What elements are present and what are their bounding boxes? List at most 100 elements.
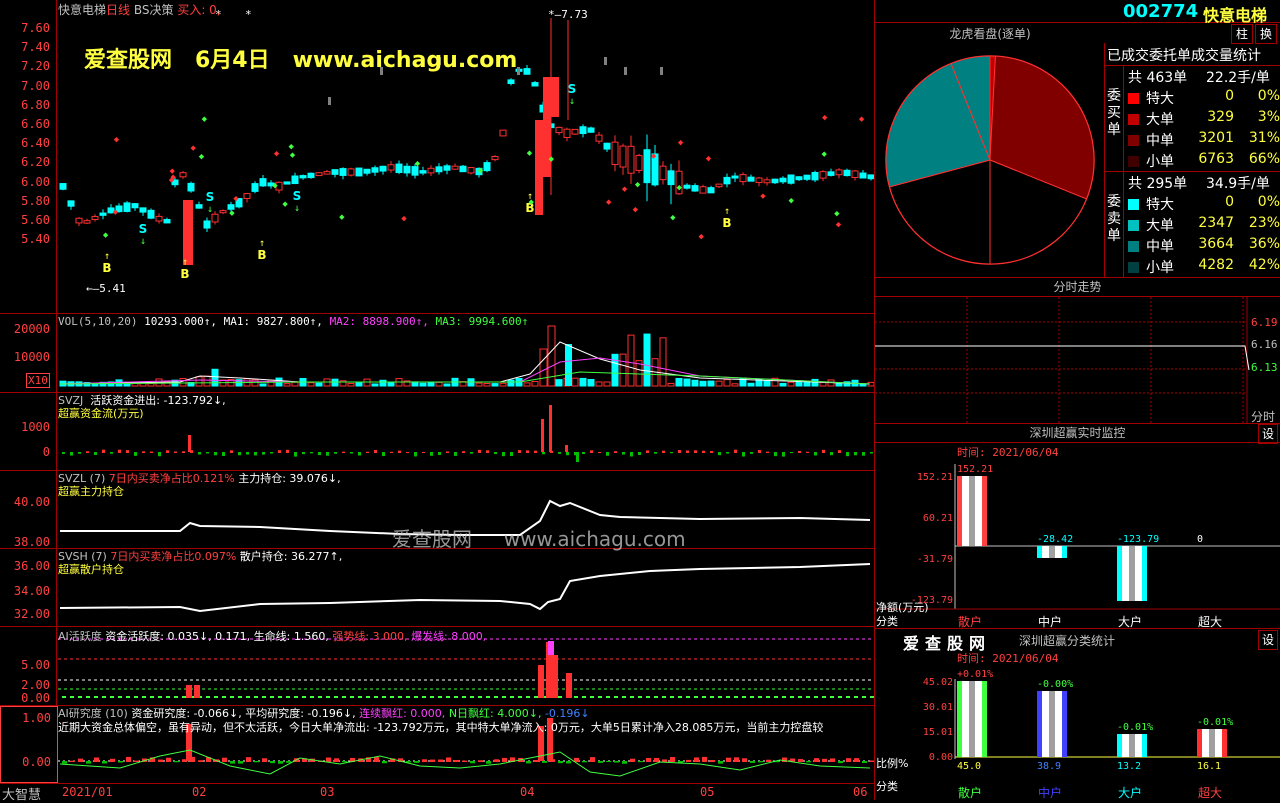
research-bar: [798, 759, 803, 762]
order-pie-chart: [885, 55, 1095, 265]
gray-marker: [624, 67, 627, 75]
candle-body: [451, 165, 459, 170]
active-bar: [510, 696, 514, 698]
candle-body: [611, 141, 619, 166]
candle-body: [331, 169, 339, 175]
period-label[interactable]: 日线: [106, 3, 130, 17]
active-bar: [382, 696, 386, 698]
buy-row: 中单 3201 31%: [1124, 130, 1280, 151]
fund-flow-bar: [598, 451, 601, 453]
candle-body: [667, 170, 675, 186]
research-bar: [718, 761, 723, 764]
monitor-bar-edge: [1117, 546, 1122, 601]
signal-dot: ◆: [836, 220, 842, 230]
candle-body: [283, 181, 291, 185]
active-bar: [182, 696, 186, 698]
candle-body: [371, 167, 379, 173]
active-bar: [742, 696, 746, 698]
fund-flow-bar: [462, 451, 465, 453]
active-bar: [194, 685, 200, 698]
svzl-pane[interactable]: 40.00 38.00 SVZL (7) 7日内买卖净占比0.121% 主力持仓…: [0, 471, 874, 551]
svzl-subtitle: 超赢主力持仓: [58, 485, 124, 498]
svzl-ratio: 7日内买卖净占比0.121%: [108, 472, 235, 485]
fund-flow-bar: [646, 450, 649, 453]
candle-body: [635, 155, 643, 171]
intraday-panel[interactable]: 分时走势 6.19 6.16 6.13 分时: [875, 278, 1280, 424]
fund-flow-bar: [390, 451, 393, 453]
fund-flow-bar: [478, 449, 481, 453]
candle-body: [347, 168, 355, 176]
volume-bar: [659, 337, 667, 387]
candle-body: [659, 165, 667, 181]
classify-panel: 爱查股网 深圳超赢分类统计 设 时间: 2021/06/04 45.02 30.0…: [875, 629, 1280, 800]
fund-flow-bar: [398, 450, 401, 453]
monitor-cat-3: 超大: [1198, 615, 1223, 629]
volume-bar: [763, 380, 771, 387]
indicator-name[interactable]: BS决策: [134, 3, 174, 17]
ai-active-pane[interactable]: 5.00 2.00 0.00 AI活跃度 资金活跃度: 0.035↓, 0.17…: [0, 627, 874, 706]
research-bar: [486, 761, 491, 764]
low-price-label: ←‒5.41: [86, 282, 126, 295]
fund-flow-bar: [846, 452, 849, 457]
intraday-label-2: 6.13: [1251, 361, 1278, 374]
research-bar: [846, 758, 851, 762]
signal-dot: ◆: [859, 115, 865, 125]
svsh-pane[interactable]: 36.00 34.00 32.00 SVSH (7) 7日内买卖净占比0.097…: [0, 549, 874, 627]
active-bar: [486, 696, 490, 698]
signal-dot: ◆: [282, 200, 288, 210]
active-bar: [718, 696, 722, 698]
signal-dot: ◆: [103, 230, 109, 240]
active-bar: [406, 696, 410, 698]
classify-bar-stripe: [1209, 729, 1215, 757]
candle-body: [179, 172, 187, 178]
classify-value-3: 16.1: [1197, 761, 1221, 772]
fund-flow-bar: [830, 452, 833, 456]
switch-button[interactable]: 换: [1255, 24, 1277, 44]
active-bar: [654, 696, 658, 698]
svsh-title: SVSH (7): [58, 550, 107, 563]
sell-arrow: ↓: [140, 236, 146, 247]
classify-change-1: -0.00%: [1037, 679, 1073, 690]
buy-percent: 3%: [1257, 109, 1280, 125]
volume-bar: [355, 382, 363, 387]
volume-bar: [683, 378, 691, 387]
research-bar: [166, 757, 171, 762]
kline-pane[interactable]: 7.60 7.40 7.20 7.00 6.80 6.60 6.40 6.20 6.00 5.80…: [0, 0, 874, 314]
ai-research-pane[interactable]: 1.00 0.00 AI研究度 (10) 资金研究度: -0.066↓, 平均研…: [0, 706, 874, 783]
signal-dot: ◆: [821, 149, 827, 159]
fund-flow-bar: [814, 452, 817, 456]
research-bar: [270, 761, 275, 764]
svzj-pane[interactable]: 1000 0 SVZJ 活跃资金进出: -123.792↓, 超赢资金流(万元): [0, 393, 874, 471]
fund-flow-bar: [622, 452, 625, 455]
intraday-chart[interactable]: [875, 278, 1280, 423]
watermark-mid: 爱查股网 www.aichagu.com: [392, 527, 686, 551]
candle-body: [707, 187, 715, 194]
fund-flow-bar: [798, 450, 801, 453]
volume-pane[interactable]: 20000 10000 X10 VOL(5,10,20) 10293.000↑,…: [0, 314, 874, 393]
fund-flow-bar: [62, 452, 65, 454]
classify-bar-edge: [957, 681, 962, 757]
active-bar: [598, 696, 602, 698]
research-bar: [286, 761, 291, 763]
active-bar: [262, 696, 266, 698]
candle-body-big: [535, 120, 543, 215]
fund-flow-bar: [726, 452, 729, 454]
fund-flow-bar: [790, 452, 793, 454]
active-bar: [254, 696, 258, 698]
research-bar: [582, 761, 587, 763]
research-bar: [478, 760, 483, 762]
research-bar: [230, 761, 235, 764]
svzj-title: SVZJ: [58, 394, 84, 407]
classify-bar-edge: [982, 681, 987, 757]
buy-side-label: 委买单: [1107, 88, 1121, 138]
volume-bar: [667, 382, 675, 387]
buy-volume: 329: [1207, 109, 1234, 125]
pillar-button[interactable]: 柱: [1231, 24, 1253, 44]
fund-flow-bar: [318, 452, 321, 456]
buy-volume: 6763: [1198, 151, 1234, 167]
fund-flow-bar: [494, 452, 497, 455]
fund-flow-bar: [166, 450, 169, 453]
signal-dot: ◆: [113, 207, 119, 217]
volume-bar: [587, 378, 595, 387]
fund-flow-bar: [758, 450, 761, 453]
